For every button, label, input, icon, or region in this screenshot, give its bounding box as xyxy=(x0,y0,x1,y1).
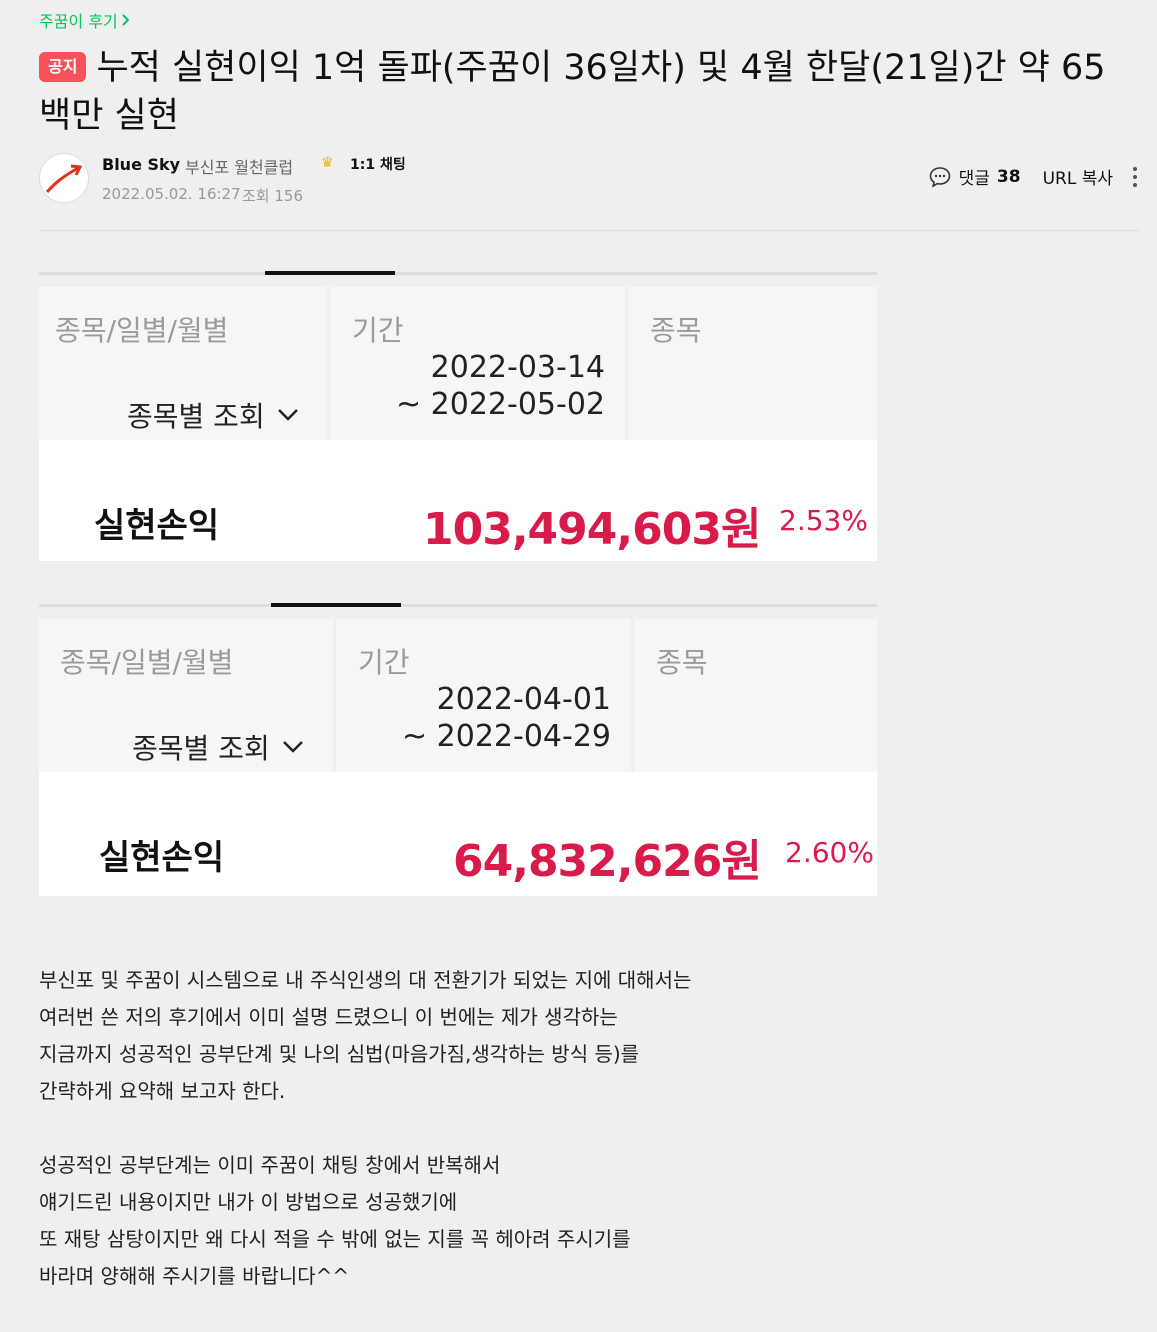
pnl-card-1: 종목/일별/월별 종목별 조회 기간 2022-03-14 ~ 2022-05-… xyxy=(39,271,877,562)
stock-column[interactable]: 종목 xyxy=(634,619,877,772)
header-divider xyxy=(39,230,1139,231)
period-label: 기간 xyxy=(358,646,410,679)
text-line: 여러번 쓴 저의 후기에서 이미 설명 드렸으니 이 번에는 제가 생각하는 xyxy=(39,1005,618,1029)
crown-icon: ♛ xyxy=(321,155,334,171)
tab-indicator xyxy=(265,271,395,275)
filter-header: 종목/일별/월별 종목별 조회 기간 2022-03-14 ~ 2022-05-… xyxy=(39,287,877,440)
url-copy-button[interactable]: URL 복사 xyxy=(1043,164,1113,189)
realized-pnl-amount: 64,832,626원 xyxy=(453,836,762,887)
trend-arrow-icon xyxy=(45,164,83,194)
text-line: 간략하게 요약해 보고자 한다. xyxy=(39,1079,286,1103)
realized-pnl-percent: 2.53% xyxy=(779,504,868,537)
period-label: 기간 xyxy=(352,314,404,347)
date-range: 2022-04-01 ~ 2022-04-29 xyxy=(402,681,611,755)
text-line: 바라며 양해해 주시기를 바랍니다^^ xyxy=(39,1264,350,1288)
text-line: 얘기드린 내용이지만 내가 이 방법으로 성공했기에 xyxy=(39,1190,458,1214)
post-body: 부신포 및 주꿈이 시스템으로 내 주식인생의 대 전환기가 되었는 지에 대해… xyxy=(39,962,1129,1332)
text-line: 부신포 및 주꿈이 시스템으로 내 주식인생의 대 전환기가 되었는 지에 대해… xyxy=(39,968,692,992)
stock-label: 종목 xyxy=(650,314,702,347)
filter-type-column: 종목/일별/월별 종목별 조회 xyxy=(39,619,333,772)
post-date: 2022.05.02. 16:27 xyxy=(102,185,241,203)
chat-button[interactable]: 1:1 채팅 xyxy=(350,154,406,174)
range-start: 2022-04-01 xyxy=(436,682,611,717)
view-count: 조회 156 xyxy=(242,187,303,205)
filter-header: 종목/일별/월별 종목별 조회 기간 2022-04-01 ~ 2022-04-… xyxy=(39,619,877,772)
stock-label: 종목 xyxy=(656,646,708,679)
chevron-down-icon xyxy=(282,741,303,753)
filter-type-select[interactable]: 종목별 조회 xyxy=(132,727,304,767)
filter-type-label: 종목/일별/월별 xyxy=(55,314,229,347)
pnl-card-2: 종목/일별/월별 종목별 조회 기간 2022-04-01 ~ 2022-04-… xyxy=(39,603,877,896)
post-title: 누적 실현이익 1억 돌파(주꿈이 36일차) 및 4월 한달(21일)간 약 … xyxy=(39,48,1106,136)
board-link[interactable]: 주꿈이 후기 xyxy=(39,8,130,32)
author-grade: 부신포 월천클럽 xyxy=(185,158,294,177)
text-line: 지금까지 성공적인 공부단계 및 나의 심법(마음가짐,생각하는 방식 등)를 xyxy=(39,1042,640,1066)
realized-pnl-label: 실현손익 xyxy=(99,838,225,878)
text-line: 성공적인 공부단계는 이미 주꿈이 채팅 창에서 반복해서 xyxy=(39,1153,501,1177)
tab-indicator xyxy=(271,603,401,607)
filter-type-column: 종목/일별/월별 종목별 조회 xyxy=(39,287,327,440)
post-actions: 댓글 38 URL 복사 xyxy=(928,164,1139,189)
period-column[interactable]: 기간 2022-03-14 ~ 2022-05-02 xyxy=(330,287,625,440)
range-start: 2022-03-14 xyxy=(430,350,605,385)
paragraph-1: 부신포 및 주꿈이 시스템으로 내 주식인생의 대 전환기가 되었는 지에 대해… xyxy=(39,962,1129,1110)
card-topline xyxy=(39,604,877,607)
filter-type-value: 종목별 조회 xyxy=(127,400,265,433)
comment-icon xyxy=(929,166,950,188)
filter-type-select[interactable]: 종목별 조회 xyxy=(127,395,299,435)
author-row: Blue Sky 부신포 월천클럽 ♛ 1:1 채팅 2022.05.02. 1… xyxy=(39,150,1139,210)
notice-badge: 공지 xyxy=(39,52,87,82)
chevron-down-icon xyxy=(277,409,298,421)
range-end: ~ 2022-05-02 xyxy=(395,387,605,422)
comment-count: 38 xyxy=(996,166,1021,187)
realized-pnl-percent: 2.60% xyxy=(785,836,874,869)
filter-type-value: 종목별 조회 xyxy=(132,732,270,765)
paragraph-2: 성공적인 공부단계는 이미 주꿈이 채팅 창에서 반복해서 얘기드린 내용이지만… xyxy=(39,1147,1129,1295)
comment-button[interactable]: 댓글 38 xyxy=(928,164,1021,189)
date-range: 2022-03-14 ~ 2022-05-02 xyxy=(396,349,605,423)
realized-pnl-row: 실현손익 64,832,626원 2.60% xyxy=(39,772,877,896)
range-end: ~ 2022-04-29 xyxy=(401,719,611,754)
author-name[interactable]: Blue Sky xyxy=(102,155,180,174)
realized-pnl-row: 실현손익 103,494,603원 2.53% xyxy=(39,440,877,561)
period-column[interactable]: 기간 2022-04-01 ~ 2022-04-29 xyxy=(336,619,631,772)
realized-pnl-label: 실현손익 xyxy=(94,506,220,546)
comment-label: 댓글 xyxy=(958,169,990,189)
realized-pnl-amount: 103,494,603원 xyxy=(423,504,761,555)
more-options-icon[interactable] xyxy=(1133,166,1139,187)
avatar[interactable] xyxy=(39,153,89,203)
text-line: 또 재탕 삼탕이지만 왜 다시 적을 수 밖에 없는 지를 꼭 헤아려 주시기를 xyxy=(39,1227,631,1251)
chevron-right-icon xyxy=(121,14,130,26)
post-title-row: 공지 누적 실현이익 1억 돌파(주꿈이 36일차) 및 4월 한달(21일)간 … xyxy=(39,44,1129,140)
card-topline xyxy=(39,272,877,275)
board-label: 주꿈이 후기 xyxy=(39,12,118,31)
stock-column[interactable]: 종목 xyxy=(628,287,877,440)
filter-type-label: 종목/일별/월별 xyxy=(60,646,234,679)
